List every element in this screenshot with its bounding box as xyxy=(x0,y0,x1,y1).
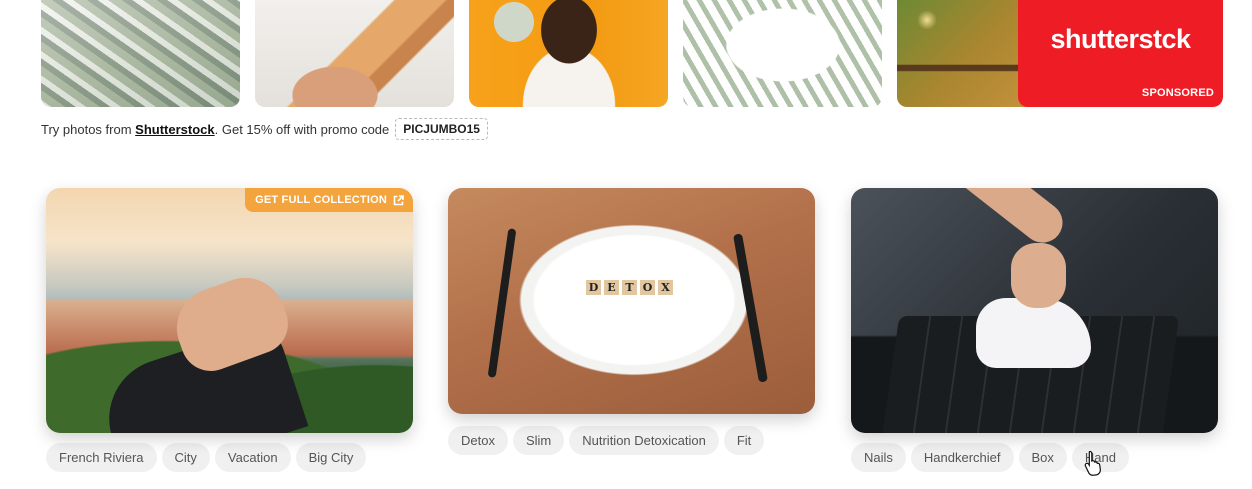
sponsored-label: SPONSORED xyxy=(1141,87,1214,99)
letter-tiles: D E T O X xyxy=(586,280,673,295)
photo-tissue-box[interactable] xyxy=(851,188,1218,433)
tag-nutrition-detoxication[interactable]: Nutrition Detoxication xyxy=(569,426,719,455)
tag-big-city[interactable]: Big City xyxy=(295,443,367,472)
tag-french-riviera[interactable]: French Riviera xyxy=(46,443,157,472)
shutterstock-ad-thumbnail[interactable]: shutterstck SPONSORED xyxy=(897,0,1223,107)
letter-tile: O xyxy=(640,280,655,295)
photo-card-tissue-box: Nails Handkerchief Box Hand xyxy=(851,188,1218,472)
euro-notes-thumbnail[interactable] xyxy=(255,0,454,107)
tissue-shape xyxy=(976,298,1091,368)
tag-detox[interactable]: Detox xyxy=(448,426,508,455)
photo-card-french-riviera: GET FULL COLLECTION French Riviera City … xyxy=(46,188,413,472)
letter-tile: T xyxy=(622,280,637,295)
letter-tile: E xyxy=(604,280,619,295)
hand-pointer-cursor-icon xyxy=(1084,450,1104,476)
promo-code[interactable]: PICJUMBO15 xyxy=(395,118,488,140)
photo-card-detox: D E T O X Detox Slim Nutrition Detoxicat… xyxy=(448,188,815,455)
promo-middle: . Get 15% off with promo code xyxy=(214,121,390,137)
tag-handkerchief[interactable]: Handkerchief xyxy=(910,443,1014,472)
money-pile-thumbnail[interactable] xyxy=(41,0,240,107)
coins-photo xyxy=(897,0,1037,107)
tag-box[interactable]: Box xyxy=(1018,443,1067,472)
photo-detox-plate[interactable]: D E T O X xyxy=(448,188,815,414)
hand-shape xyxy=(1011,243,1066,308)
tag-slim[interactable]: Slim xyxy=(512,426,565,455)
sponsored-strip: shutterstck SPONSORED xyxy=(41,0,1223,108)
shutterstock-link[interactable]: Shutterstock xyxy=(135,122,214,137)
promo-prefix: Try photos from xyxy=(41,121,132,137)
arm-shape xyxy=(951,188,1071,251)
tag-city[interactable]: City xyxy=(161,443,210,472)
tag-list: Nails Handkerchief Box Hand xyxy=(851,443,1218,472)
fork-shape xyxy=(487,228,517,378)
knife-shape xyxy=(733,233,768,383)
shutterstock-logo: shutterstck xyxy=(1050,24,1191,54)
shutterstock-ad[interactable]: shutterstck SPONSORED xyxy=(1018,0,1223,107)
woman-with-money-thumbnail[interactable] xyxy=(469,0,668,107)
tag-list: French Riviera City Vacation Big City xyxy=(46,443,413,472)
tag-fit[interactable]: Fit xyxy=(723,426,765,455)
letter-tile: D xyxy=(586,280,601,295)
tag-list: Detox Slim Nutrition Detoxication Fit xyxy=(448,426,815,455)
tag-vacation[interactable]: Vacation xyxy=(214,443,291,472)
letter-tile: X xyxy=(658,280,673,295)
badge-label: GET FULL COLLECTION xyxy=(255,194,387,206)
tag-nails[interactable]: Nails xyxy=(851,443,906,472)
get-full-collection-button[interactable]: GET FULL COLLECTION xyxy=(245,188,413,212)
flying-dollars-thumbnail[interactable] xyxy=(683,0,882,107)
promo-line: Try photos from Shutterstock. Get 15% of… xyxy=(41,118,488,140)
photo-french-riviera[interactable]: GET FULL COLLECTION xyxy=(46,188,413,433)
external-link-icon xyxy=(393,194,404,206)
